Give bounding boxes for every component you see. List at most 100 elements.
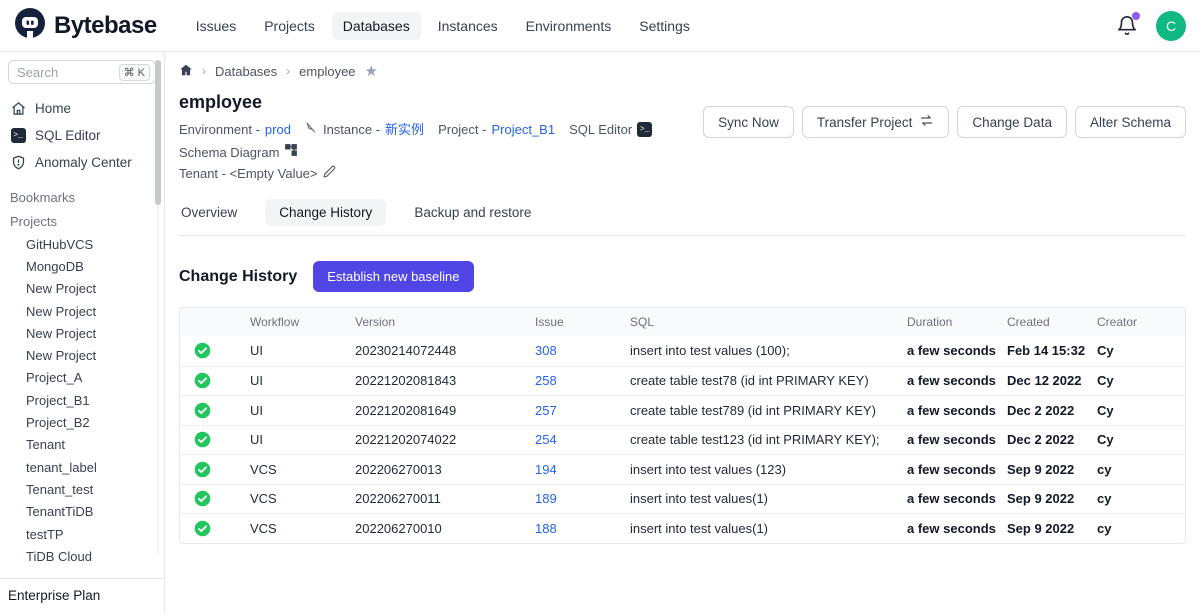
creator-cell: Cy — [1097, 373, 1185, 388]
instance-link[interactable]: 新实例 — [385, 120, 424, 139]
schema-diagram-shortcut[interactable]: Schema Diagram — [179, 143, 298, 162]
creator-cell: cy — [1097, 491, 1185, 506]
success-status-icon — [180, 372, 250, 389]
table-row[interactable]: UI 20221202081843 258 create table test7… — [180, 366, 1185, 396]
sql-editor-shortcut[interactable]: SQL Editor >_ — [569, 120, 652, 139]
sidebar-project-item[interactable]: MongoDB — [8, 255, 156, 277]
sidebar-item-label: Home — [35, 101, 71, 116]
schema-diagram-icon — [284, 143, 298, 162]
transfer-project-button[interactable]: Transfer Project — [802, 106, 950, 138]
success-status-icon — [180, 520, 250, 537]
schema-diagram-label: Schema Diagram — [179, 143, 279, 162]
edit-pencil-icon[interactable] — [323, 164, 336, 183]
chevron-right-icon: › — [202, 64, 206, 78]
table-row[interactable]: UI 20230214072448 308 insert into test v… — [180, 336, 1185, 366]
sql-cell: create table test123 (id int PRIMARY KEY… — [630, 432, 907, 447]
page-actions: Sync Now Transfer Project Change Data Al… — [703, 106, 1186, 138]
plan-label: Enterprise Plan — [0, 578, 164, 613]
success-status-icon — [180, 431, 250, 448]
nav-projects[interactable]: Projects — [253, 12, 326, 40]
section-title: Change History — [179, 268, 297, 286]
top-navigation-bar: Bytebase Issues Projects Databases Insta… — [0, 0, 1200, 52]
search-input-wrapper[interactable]: ⌘ K — [8, 60, 156, 84]
tab-backup-and-restore[interactable]: Backup and restore — [412, 199, 533, 226]
duration-cell: a few seconds — [907, 373, 1007, 388]
sidebar-section-bookmarks[interactable]: Bookmarks — [8, 185, 156, 209]
creator-cell: Cy — [1097, 432, 1185, 447]
breadcrumb-employee[interactable]: employee — [299, 64, 355, 79]
table-row[interactable]: VCS 202206270013 194 insert into test va… — [180, 454, 1185, 484]
sidebar-project-item[interactable]: tenant_label — [8, 456, 156, 478]
tab-change-history[interactable]: Change History — [265, 199, 386, 226]
version-cell: 202206270013 — [355, 462, 535, 477]
bookmark-star-icon[interactable]: ★ — [365, 62, 378, 80]
logo-wordmark: Bytebase — [54, 12, 157, 40]
search-input[interactable] — [17, 65, 99, 80]
issue-link[interactable]: 308 — [535, 343, 630, 358]
table-row[interactable]: UI 20221202081649 257 create table test7… — [180, 395, 1185, 425]
sidebar-project-item[interactable]: Tenant_test — [8, 478, 156, 500]
change-data-button[interactable]: Change Data — [957, 106, 1067, 138]
created-cell: Dec 2 2022 — [1007, 403, 1097, 418]
sidebar-project-item[interactable]: testTP — [8, 523, 156, 545]
sidebar-project-item[interactable]: New Project — [8, 322, 156, 344]
environment-link[interactable]: prod — [265, 120, 291, 139]
establish-baseline-button[interactable]: Establish new baseline — [313, 261, 473, 292]
issue-link[interactable]: 254 — [535, 432, 630, 447]
nav-environments[interactable]: Environments — [515, 12, 623, 40]
sidebar-item-anomaly-center[interactable]: Anomaly Center — [8, 149, 156, 176]
notification-bell-icon[interactable] — [1116, 15, 1138, 37]
sidebar-item-sql-editor[interactable]: >_ SQL Editor — [8, 122, 156, 149]
bytebase-logo[interactable]: Bytebase — [14, 7, 157, 44]
breadcrumb-databases[interactable]: Databases — [215, 64, 277, 79]
sidebar-scrollbar-thumb[interactable] — [155, 60, 161, 205]
table-row[interactable]: VCS 202206270010 188 insert into test va… — [180, 513, 1185, 543]
success-status-icon — [180, 342, 250, 359]
transfer-project-label: Transfer Project — [817, 115, 913, 130]
table-row[interactable]: VCS 202206270011 189 insert into test va… — [180, 484, 1185, 514]
sidebar-project-item[interactable]: New Project — [8, 344, 156, 366]
sidebar-project-item[interactable]: Project_B1 — [8, 389, 156, 411]
alter-schema-button[interactable]: Alter Schema — [1075, 106, 1186, 138]
issue-link[interactable]: 194 — [535, 462, 630, 477]
nav-settings[interactable]: Settings — [628, 12, 701, 40]
sidebar-project-item[interactable]: Tenant — [8, 434, 156, 456]
sidebar-project-item[interactable]: TenantTiDB — [8, 501, 156, 523]
sql-cell: insert into test values(1) — [630, 521, 907, 536]
issue-link[interactable]: 257 — [535, 403, 630, 418]
breadcrumb-home-icon[interactable] — [179, 63, 193, 80]
sync-now-button[interactable]: Sync Now — [703, 106, 794, 138]
user-avatar[interactable]: C — [1156, 11, 1186, 41]
sidebar-section-projects[interactable]: Projects — [8, 209, 156, 233]
duration-cell: a few seconds — [907, 343, 1007, 358]
nav-issues[interactable]: Issues — [185, 12, 247, 40]
sql-cell: create table test78 (id int PRIMARY KEY) — [630, 373, 907, 388]
sidebar-project-item[interactable]: New Project — [8, 278, 156, 300]
table-row[interactable]: UI 20221202074022 254 create table test1… — [180, 425, 1185, 455]
workflow-cell: UI — [250, 403, 355, 418]
issue-link[interactable]: 188 — [535, 521, 630, 536]
project-link[interactable]: Project_B1 — [491, 120, 555, 139]
sidebar-project-item[interactable]: New Project — [8, 300, 156, 322]
duration-cell: a few seconds — [907, 521, 1007, 536]
alter-schema-label: Alter Schema — [1090, 115, 1171, 130]
sidebar-project-item[interactable]: GitHubVCS — [8, 233, 156, 255]
sync-now-label: Sync Now — [718, 115, 779, 130]
sidebar-item-home[interactable]: Home — [8, 95, 156, 122]
sidebar-project-item[interactable]: Project_B2 — [8, 411, 156, 433]
sidebar-item-label: Anomaly Center — [35, 155, 132, 170]
duration-cell: a few seconds — [907, 491, 1007, 506]
tab-overview[interactable]: Overview — [179, 199, 239, 226]
issue-link[interactable]: 258 — [535, 373, 630, 388]
issue-link[interactable]: 189 — [535, 491, 630, 506]
database-tabs: Overview Change History Backup and resto… — [179, 199, 1186, 236]
sidebar-project-item[interactable]: Project_A — [8, 367, 156, 389]
nav-databases[interactable]: Databases — [332, 12, 421, 40]
col-issue: Issue — [535, 315, 630, 329]
home-icon — [10, 101, 26, 117]
version-cell: 20221202081649 — [355, 403, 535, 418]
transfer-arrows-icon — [919, 114, 934, 130]
sidebar-project-item[interactable]: TiDB Cloud — [8, 545, 156, 567]
created-cell: Dec 2 2022 — [1007, 432, 1097, 447]
nav-instances[interactable]: Instances — [427, 12, 509, 40]
